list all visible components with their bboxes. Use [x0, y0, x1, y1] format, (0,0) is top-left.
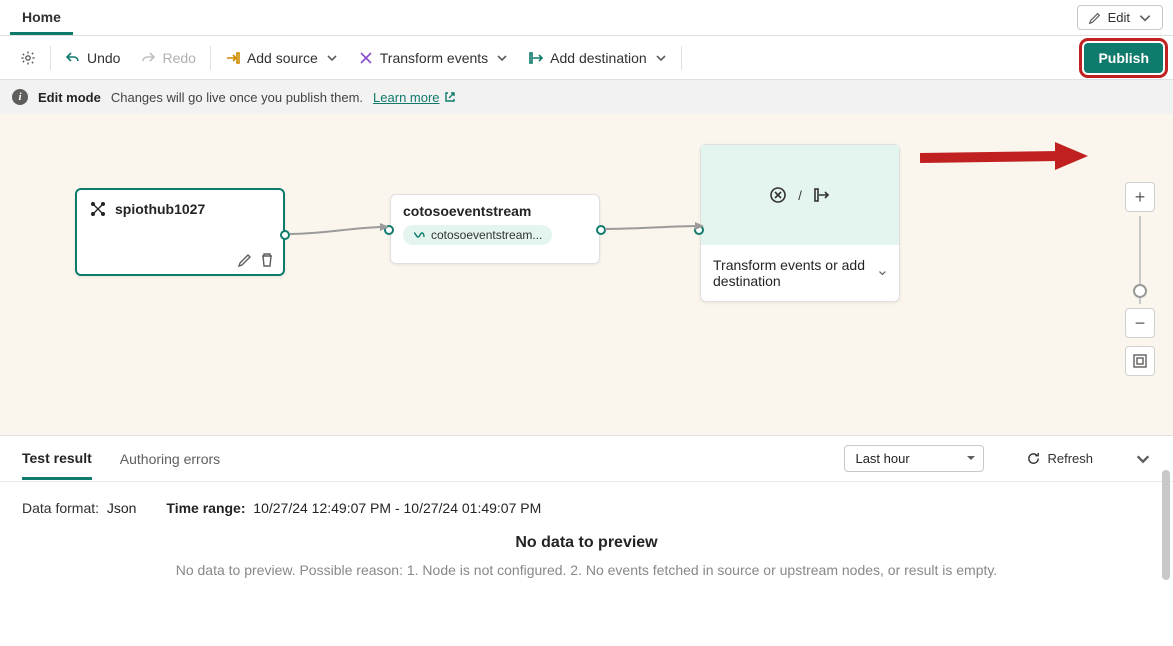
- redo-icon: [140, 50, 156, 66]
- edge-1: [285, 219, 395, 249]
- slash: /: [798, 188, 802, 203]
- zoom-in-button[interactable]: +: [1125, 182, 1155, 212]
- zoom-out-button[interactable]: −: [1125, 308, 1155, 338]
- caret-down-icon: [1138, 11, 1152, 25]
- zoom-slider[interactable]: [1139, 216, 1141, 304]
- add-source-label: Add source: [247, 50, 318, 66]
- no-data-message: No data to preview. Possible reason: 1. …: [22, 562, 1151, 578]
- stream-icon: [413, 229, 425, 241]
- tab-home[interactable]: Home: [10, 1, 73, 35]
- chevron-down-icon: [496, 52, 508, 64]
- delete-node-icon[interactable]: [259, 252, 275, 268]
- transform-label: Transform events: [380, 50, 488, 66]
- undo-label: Undo: [87, 50, 120, 66]
- destination-arrow-icon: [812, 185, 832, 205]
- mode-label: Edit mode: [38, 90, 101, 105]
- separator: [50, 46, 51, 70]
- add-destination-button[interactable]: Add destination: [518, 44, 677, 72]
- node-source[interactable]: spiothub1027: [75, 188, 285, 276]
- gear-icon: [20, 50, 36, 66]
- node-stream-title: cotosoeventstream: [403, 203, 587, 219]
- iot-hub-icon: [89, 200, 107, 218]
- chevron-down-icon: [326, 52, 338, 64]
- add-source-icon: [225, 50, 241, 66]
- stream-pill-label: cotosoeventstream...: [431, 228, 542, 242]
- refresh-button[interactable]: Refresh: [1026, 451, 1093, 466]
- undo-button[interactable]: Undo: [55, 44, 130, 72]
- dest-label: Transform events or add destination: [713, 257, 876, 289]
- data-format-value: Json: [107, 500, 137, 516]
- pencil-icon: [1088, 11, 1102, 25]
- settings-button[interactable]: [10, 44, 46, 72]
- refresh-icon: [1026, 451, 1041, 466]
- output-port[interactable]: [280, 230, 290, 240]
- output-port[interactable]: [596, 225, 606, 235]
- dest-icon-area: /: [701, 145, 899, 245]
- time-range-value: 10/27/24 12:49:07 PM - 10/27/24 01:49:07…: [253, 500, 541, 516]
- info-icon: i: [12, 89, 28, 105]
- undo-icon: [65, 50, 81, 66]
- no-data-title: No data to preview: [22, 534, 1151, 552]
- tab-test-result[interactable]: Test result: [22, 438, 92, 480]
- learn-more-link[interactable]: Learn more: [373, 90, 455, 105]
- input-port[interactable]: [694, 225, 704, 235]
- external-link-icon: [444, 91, 456, 103]
- scrollbar-thumb[interactable]: [1162, 470, 1170, 580]
- separator: [210, 46, 211, 70]
- annotation-arrow: [920, 142, 1090, 174]
- scrollbar[interactable]: [1159, 440, 1173, 640]
- info-message: Changes will go live once you publish th…: [111, 90, 363, 105]
- edit-button[interactable]: Edit: [1077, 5, 1163, 30]
- node-stream[interactable]: cotosoeventstream cotosoeventstream...: [390, 194, 600, 264]
- learn-more-label: Learn more: [373, 90, 439, 105]
- edit-label: Edit: [1108, 10, 1130, 25]
- zoom-handle[interactable]: [1133, 284, 1147, 298]
- fit-icon: [1132, 353, 1148, 369]
- redo-label: Redo: [162, 50, 195, 66]
- time-range-label: Time range:: [166, 500, 245, 516]
- input-port[interactable]: [384, 225, 394, 235]
- separator: [681, 46, 682, 70]
- publish-button[interactable]: Publish: [1084, 43, 1163, 73]
- canvas[interactable]: spiothub1027 cotosoeventstream cotosoeve…: [0, 114, 1173, 436]
- transform-events-button[interactable]: Transform events: [348, 44, 518, 72]
- data-format-label: Data format:: [22, 500, 99, 516]
- edit-node-icon[interactable]: [237, 252, 253, 268]
- node-source-title: spiothub1027: [115, 201, 205, 217]
- stream-pill: cotosoeventstream...: [403, 225, 552, 245]
- tab-authoring-errors[interactable]: Authoring errors: [120, 439, 220, 478]
- redo-button[interactable]: Redo: [130, 44, 205, 72]
- info-bar: i Edit mode Changes will go live once yo…: [0, 80, 1173, 114]
- time-range-select[interactable]: Last hour: [844, 445, 984, 472]
- add-destination-icon: [528, 50, 544, 66]
- refresh-label: Refresh: [1047, 451, 1093, 466]
- chevron-down-icon[interactable]: [1135, 451, 1151, 467]
- transform-icon: [358, 50, 374, 66]
- panel-body: Data format: Json Time range: 10/27/24 1…: [0, 482, 1173, 596]
- chevron-down-icon[interactable]: [878, 267, 887, 279]
- transform-circle-icon: [768, 185, 788, 205]
- add-source-button[interactable]: Add source: [215, 44, 348, 72]
- chevron-down-icon: [655, 52, 667, 64]
- node-destination[interactable]: / Transform events or add destination: [700, 144, 900, 302]
- add-destination-label: Add destination: [550, 50, 647, 66]
- fit-to-screen-button[interactable]: [1125, 346, 1155, 376]
